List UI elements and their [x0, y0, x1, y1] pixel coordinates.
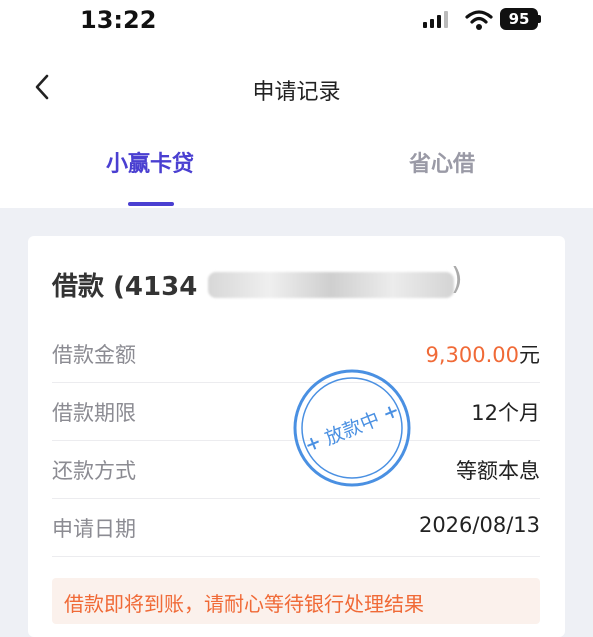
nav-bar: 申请记录: [0, 60, 593, 116]
loan-term-value: 12个月: [471, 401, 540, 425]
wifi-icon: [465, 10, 493, 30]
row-application-date: 申请日期 2026/08/13: [52, 498, 540, 557]
tab-bar: 小赢卡贷 省心借: [0, 138, 593, 208]
stamp-text: 放款中: [322, 408, 383, 450]
loan-record-card[interactable]: 借款 (4134 ) 借款金额 9,300.00元 借款期限 12个月 还款方式…: [28, 236, 565, 637]
battery-icon: 95: [500, 8, 538, 30]
loan-title-text: 借款 (4134: [52, 272, 198, 302]
notice-text: 借款即将到账，请耐心等待银行处理结果: [64, 592, 424, 616]
loan-title-close-paren: ): [451, 262, 463, 297]
loan-title: 借款 (4134: [52, 266, 197, 303]
active-tab-indicator: [128, 202, 174, 206]
loan-amount-number: 9,300.00: [425, 343, 519, 367]
page-title: 申请记录: [252, 80, 341, 105]
battery-nub: [538, 15, 541, 23]
tab-shengxin-loan[interactable]: 省心借: [372, 146, 512, 178]
tab-xiaoying-card-loan[interactable]: 小赢卡贷: [80, 146, 220, 178]
redacted-account-number: [208, 272, 454, 298]
repayment-method-label: 还款方式: [52, 459, 136, 483]
disbursing-stamp: 放款中: [293, 369, 411, 487]
loan-amount-label: 借款金额: [52, 343, 136, 367]
application-date-label: 申请日期: [52, 517, 136, 541]
status-bar: 13:22 95: [0, 0, 593, 44]
loan-term-label: 借款期限: [52, 401, 136, 425]
loan-amount-value: 9,300.00元: [425, 339, 540, 369]
notice-banner: 借款即将到账，请耐心等待银行处理结果: [52, 578, 540, 624]
application-date-value: 2026/08/13: [418, 513, 540, 537]
signal-icon: [423, 11, 448, 28]
repayment-method-value: 等额本息: [456, 459, 540, 483]
status-time: 13:22: [80, 6, 157, 34]
loan-amount-unit: 元: [519, 343, 540, 367]
